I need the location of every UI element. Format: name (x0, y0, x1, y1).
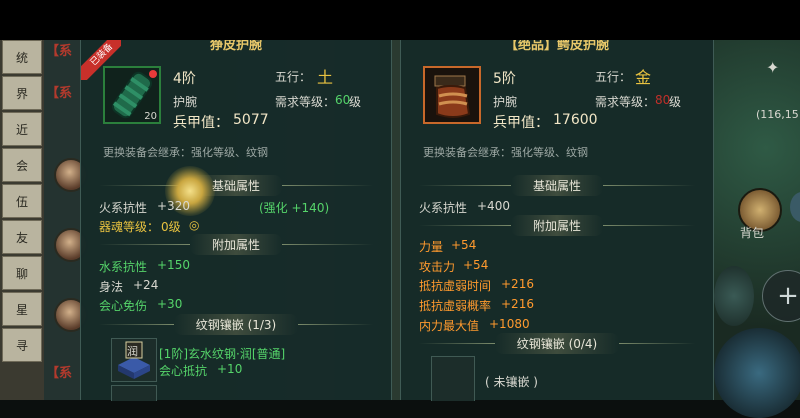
base-attributes-header: 基础属性 (99, 174, 373, 196)
skill-button[interactable] (714, 266, 754, 326)
system-tag: 【系 (46, 366, 73, 381)
inherit-note: 更换装备会继承：强化等级、纹钢 (103, 146, 268, 159)
stat-value: +54 (451, 238, 477, 252)
socket-slot[interactable] (111, 385, 157, 401)
top-black-bar (0, 0, 800, 40)
panel-gap (392, 40, 400, 400)
stat-value: 0级 (161, 220, 181, 234)
socket-slot[interactable]: 润 (111, 338, 157, 382)
socket-header: 纹钢镶嵌 (1/3) (99, 313, 373, 335)
item-tier: 5阶 (493, 71, 516, 87)
stat-name: 攻击力 (419, 260, 456, 274)
equipped-item-tooltip: 狰皮护腕 已装备 20 4阶 五行： 土 护腕 需求等级： 60 级 兵甲值： … (80, 40, 392, 401)
item-icon[interactable]: 20 (103, 66, 161, 124)
item-type: 护腕 (173, 95, 198, 109)
element-label: 五行： (595, 70, 632, 84)
power-label: 兵甲值： (493, 115, 549, 131)
stat-name: 器魂等级： (99, 220, 160, 234)
stat-value: +216 (501, 297, 534, 311)
sparkle-icon: ✦ (766, 58, 780, 77)
left-menu-item[interactable]: 星 (2, 292, 42, 326)
stat-value: +320 (157, 199, 190, 213)
level-suffix: 级 (349, 95, 362, 109)
socket-stat-value: +10 (217, 362, 243, 376)
stat-value: +30 (157, 297, 183, 311)
inherit-note: 更换装备会继承：强化等级、纹钢 (423, 146, 588, 159)
stat-value: +54 (463, 258, 489, 272)
stat-value: +24 (133, 278, 159, 292)
stat-name: 水系抗性 (99, 260, 148, 274)
left-menu-item[interactable]: 近 (2, 112, 42, 146)
stat-name: 火系抗性 (99, 201, 148, 215)
socket-item-name: [1阶]玄水纹钢·润[普通] (159, 347, 286, 361)
stat-name: 身法 (99, 280, 124, 294)
stat-name: 抵抗虚弱概率 (419, 299, 492, 313)
compare-item-tooltip: 【绝品】鳄皮护腕 5阶 五行： 金 护腕 需求等级： 80 级 兵甲值： 176… (400, 40, 714, 401)
stat-value: +1080 (489, 317, 530, 331)
bag-label: 背包 (740, 226, 765, 240)
stat-name: 火系抗性 (419, 201, 468, 215)
stat-value: +150 (157, 258, 190, 272)
base-attributes-header: 基础属性 (419, 174, 695, 196)
item-title: 狰皮护腕 (209, 40, 262, 53)
item-icon[interactable] (423, 66, 481, 124)
power-value: 5077 (233, 112, 269, 128)
plus-icon[interactable]: + (762, 270, 800, 322)
socket-stat-name: 会心抵抗 (159, 364, 208, 378)
stat-name: 力量 (419, 240, 444, 254)
element-value: 土 (317, 68, 334, 87)
left-menu-item[interactable]: 聊 (2, 256, 42, 290)
socket-empty-text: ( 未镶嵌 ) (485, 375, 538, 389)
item-level-badge: 20 (144, 111, 157, 122)
level-label: 需求等级： (275, 95, 336, 109)
left-menu-item[interactable]: 寻 (2, 328, 42, 362)
item-tier: 4阶 (173, 71, 196, 87)
stat-value: +400 (477, 199, 510, 213)
enhance-note: (强化 +140) (259, 201, 330, 215)
power-value: 17600 (553, 112, 598, 128)
left-menu-item[interactable]: 统 (2, 40, 42, 74)
socket-slot[interactable] (431, 356, 475, 401)
level-value: 60 (335, 93, 351, 107)
level-suffix: 级 (669, 95, 682, 109)
level-value: 80 (655, 93, 671, 107)
left-menu-item[interactable]: 界 (2, 76, 42, 110)
target-icon: ◎ (189, 218, 200, 232)
system-tag: 【系 (46, 44, 73, 59)
element-value: 金 (635, 68, 652, 87)
right-hud: (116,15 背包 + ✦ (714, 40, 800, 418)
stat-name: 抵抗虚弱时间 (419, 279, 492, 293)
power-label: 兵甲值： (173, 115, 229, 131)
left-menu-item[interactable]: 伍 (2, 184, 42, 218)
item-title: 【绝品】鳄皮护腕 (504, 40, 609, 53)
side-button[interactable] (790, 192, 800, 222)
level-label: 需求等级： (595, 95, 656, 109)
stat-name: 内力最大值 (419, 319, 480, 333)
bracer-icon (425, 68, 479, 122)
left-menu-strip: 统 界 近 会 伍 友 聊 星 寻 (0, 40, 44, 400)
stat-name: 会心免伤 (99, 299, 148, 313)
left-menu-item[interactable]: 会 (2, 148, 42, 182)
extra-attributes-header: 附加属性 (419, 214, 695, 236)
attack-button[interactable] (714, 328, 800, 418)
socket-header: 纹钢镶嵌 (0/4) (419, 332, 695, 354)
stat-value: +216 (501, 277, 534, 291)
element-label: 五行： (275, 70, 312, 84)
extra-attributes-header: 附加属性 (99, 233, 373, 255)
map-coordinates: (116,15 (756, 108, 799, 121)
system-tag: 【系 (46, 86, 73, 101)
gem-char: 润 (127, 345, 138, 358)
item-type: 护腕 (493, 95, 518, 109)
left-menu-item[interactable]: 友 (2, 220, 42, 254)
